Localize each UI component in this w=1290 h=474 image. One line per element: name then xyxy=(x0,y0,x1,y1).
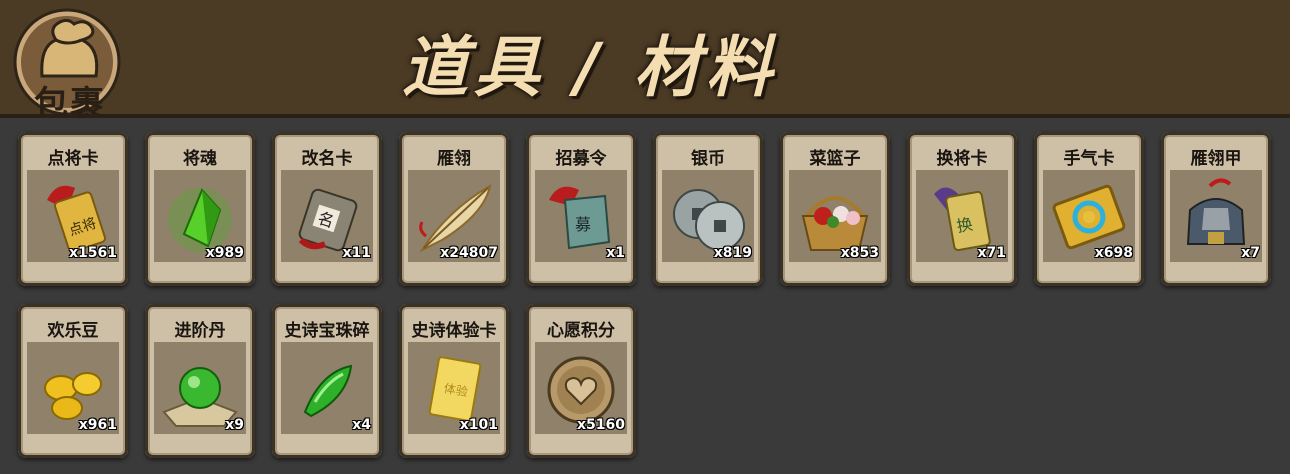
rename-card-icon: 名 x11 xyxy=(281,170,373,262)
jianghun-crystal-icon: x989 xyxy=(154,170,246,262)
item-count: x71 xyxy=(977,245,1006,261)
item-name: 进阶丹 xyxy=(174,321,226,341)
item-name: 雁翎 xyxy=(437,149,471,169)
item-name: 雁翎甲 xyxy=(1190,149,1242,169)
item-name: 菜篮子 xyxy=(809,149,861,169)
item-count: x1561 xyxy=(69,245,117,261)
item-count: x101 xyxy=(459,417,498,433)
item-count: x9 xyxy=(225,417,244,433)
item-name: 换将卡 xyxy=(936,149,988,169)
item-name: 心愿积分 xyxy=(547,321,615,341)
item-card[interactable]: 心愿积分 x5160 xyxy=(526,304,636,458)
item-name: 史诗宝珠碎 xyxy=(284,321,370,341)
item-card[interactable]: 进阶丹 x9 xyxy=(145,304,255,458)
item-count: x7 xyxy=(1241,245,1260,261)
item-count: x961 xyxy=(78,417,117,433)
item-count: x4 xyxy=(352,417,371,433)
item-count: x853 xyxy=(840,245,879,261)
item-card[interactable]: 手气卡 x698 xyxy=(1034,132,1144,286)
item-grid: 点将卡 点将 x1561 将魂 x989 改名卡名 x11 雁翎 x24807 招募令募 x1 银币 x… xyxy=(0,0,1290,474)
item-name: 点将卡 xyxy=(47,149,99,169)
item-count: x989 xyxy=(205,245,244,261)
item-card[interactable]: 史诗体验卡 体验 x101 xyxy=(399,304,509,458)
item-card[interactable]: 改名卡名 x11 xyxy=(272,132,382,286)
item-card[interactable]: 菜篮子 x853 xyxy=(780,132,890,286)
jade-shard-icon: x4 xyxy=(281,342,373,434)
item-card[interactable]: 点将卡 点将 x1561 xyxy=(18,132,128,286)
svg-text:募: 募 xyxy=(575,215,591,234)
item-name: 改名卡 xyxy=(301,149,353,169)
item-count: x1 xyxy=(606,245,625,261)
item-card[interactable]: 招募令募 x1 xyxy=(526,132,636,286)
item-card[interactable]: 银币 x819 xyxy=(653,132,763,286)
item-name: 招募令 xyxy=(555,149,607,169)
swap-card-icon: 换 x71 xyxy=(916,170,1008,262)
gold-card-icon: 体验 x101 xyxy=(408,342,500,434)
svg-text:换: 换 xyxy=(955,214,974,235)
item-count: x819 xyxy=(713,245,752,261)
heart-coin-icon: x5160 xyxy=(535,342,627,434)
item-count: x24807 xyxy=(440,245,498,261)
item-name: 银币 xyxy=(691,149,725,169)
item-name: 欢乐豆 xyxy=(47,321,99,341)
feather-icon: x24807 xyxy=(408,170,500,262)
item-card[interactable]: 欢乐豆 x961 xyxy=(18,304,128,458)
pill-orb-icon: x9 xyxy=(154,342,246,434)
beans-icon: x961 xyxy=(27,342,119,434)
item-card[interactable]: 史诗宝珠碎 x4 xyxy=(272,304,382,458)
silver-coin-icon: x819 xyxy=(662,170,754,262)
recruit-token-icon: 募 x1 xyxy=(535,170,627,262)
item-count: x5160 xyxy=(577,417,625,433)
item-card[interactable]: 雁翎甲 x7 xyxy=(1161,132,1271,286)
item-count: x698 xyxy=(1094,245,1133,261)
armor-icon: x7 xyxy=(1170,170,1262,262)
item-card[interactable]: 雁翎 x24807 xyxy=(399,132,509,286)
item-name: 将魂 xyxy=(183,149,217,169)
dianjiang-card-icon: 点将 x1561 xyxy=(27,170,119,262)
item-count: x11 xyxy=(342,245,371,261)
item-name: 手气卡 xyxy=(1063,149,1115,169)
basket-icon: x853 xyxy=(789,170,881,262)
luck-card-icon: x698 xyxy=(1043,170,1135,262)
item-card[interactable]: 换将卡换 x71 xyxy=(907,132,1017,286)
item-name: 史诗体验卡 xyxy=(411,321,497,341)
item-card[interactable]: 将魂 x989 xyxy=(145,132,255,286)
